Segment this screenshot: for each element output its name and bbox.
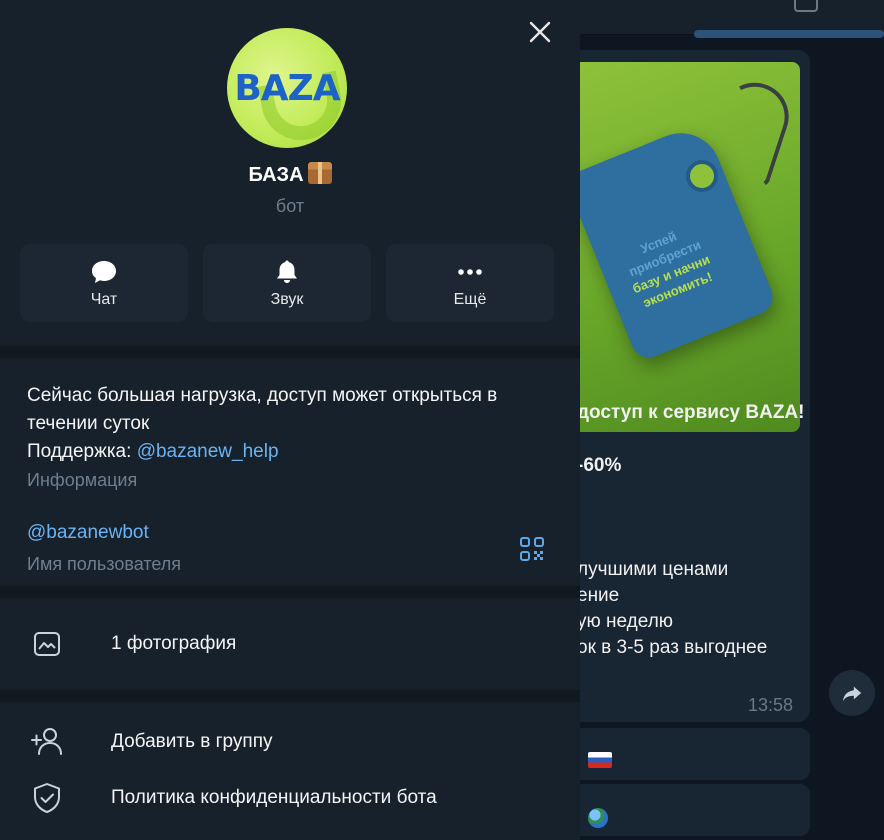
message-bubble-small: а [566, 784, 810, 836]
bot-name-heading: БАЗА [0, 162, 580, 187]
add-user-icon [31, 728, 62, 755]
message-line: ение [577, 585, 620, 606]
call-icon[interactable] [794, 0, 818, 12]
message-line: лучшими ценами [577, 559, 729, 580]
tag-hole [686, 160, 718, 192]
message-bubble-small [566, 728, 810, 780]
chat-bubble-icon [92, 261, 116, 283]
message-time: 13:58 [748, 695, 794, 715]
message-bubble: Успей приобрести базу и начни экономить!… [566, 50, 810, 722]
qr-code-icon[interactable] [519, 536, 545, 562]
message-line: ую неделю [577, 611, 674, 632]
username-link[interactable]: @bazanewbot [27, 522, 149, 544]
chat-button[interactable]: Чат [20, 244, 188, 322]
privacy-policy-label: Политика конфиденциальности бота [111, 787, 437, 808]
photo-icon [34, 632, 60, 656]
info-section: Сейчас большая нагрузка, доступ может от… [0, 346, 580, 598]
close-icon [529, 21, 551, 43]
bot-description: Сейчас большая нагрузка, доступ может от… [27, 382, 547, 466]
section-divider [0, 586, 580, 598]
sound-button[interactable]: Звук [203, 244, 371, 322]
globe-icon [588, 808, 608, 828]
support-prefix: Поддержка: [27, 441, 137, 462]
privacy-policy-row[interactable]: Политика конфиденциальности бота [0, 770, 580, 826]
forward-icon [842, 686, 862, 702]
shield-check-icon [34, 783, 60, 813]
message-line: -60% [577, 455, 622, 476]
description-line: Сейчас большая нагрузка, доступ может от… [27, 385, 498, 406]
info-label: Информация [27, 470, 138, 490]
russia-flag-icon [588, 752, 612, 768]
more-button-label: Ещё [453, 291, 487, 308]
sound-button-label: Звук [270, 291, 304, 308]
description-line: течении суток [27, 413, 150, 434]
photos-row[interactable]: 1 фотография [0, 598, 580, 690]
bot-profile-panel: BAZA БАЗА бот Чат Звук Ещё Сейчас больша… [0, 0, 580, 840]
forward-button[interactable] [829, 670, 875, 716]
more-dots-icon [458, 269, 482, 275]
bell-icon [277, 260, 297, 283]
section-divider [0, 690, 580, 702]
bot-name: БАЗА [248, 164, 304, 186]
package-icon [307, 162, 332, 184]
avatar-logo-text: BAZA [234, 68, 340, 109]
photos-label: 1 фотография [111, 633, 237, 654]
add-to-group-row[interactable]: Добавить в группу [0, 714, 580, 770]
bot-subtitle: бот [275, 196, 305, 216]
message-line: доступ к сервису BAZA! [577, 402, 805, 423]
message-image[interactable]: Успей приобрести базу и начни экономить! [566, 62, 800, 432]
add-to-group-label: Добавить в группу [111, 731, 273, 752]
chat-button-label: Чат [90, 291, 118, 308]
support-link[interactable]: @bazanew_help [137, 441, 279, 462]
pinned-strip [694, 30, 884, 38]
close-button[interactable] [524, 16, 556, 48]
avatar[interactable]: BAZA [227, 28, 347, 148]
message-line: ок в 3-5 раз выгоднее [577, 637, 768, 658]
support-line: Поддержка: @bazanew_help [27, 438, 547, 466]
username-label: Имя пользователя [27, 554, 182, 574]
more-button[interactable]: Ещё [386, 244, 554, 322]
